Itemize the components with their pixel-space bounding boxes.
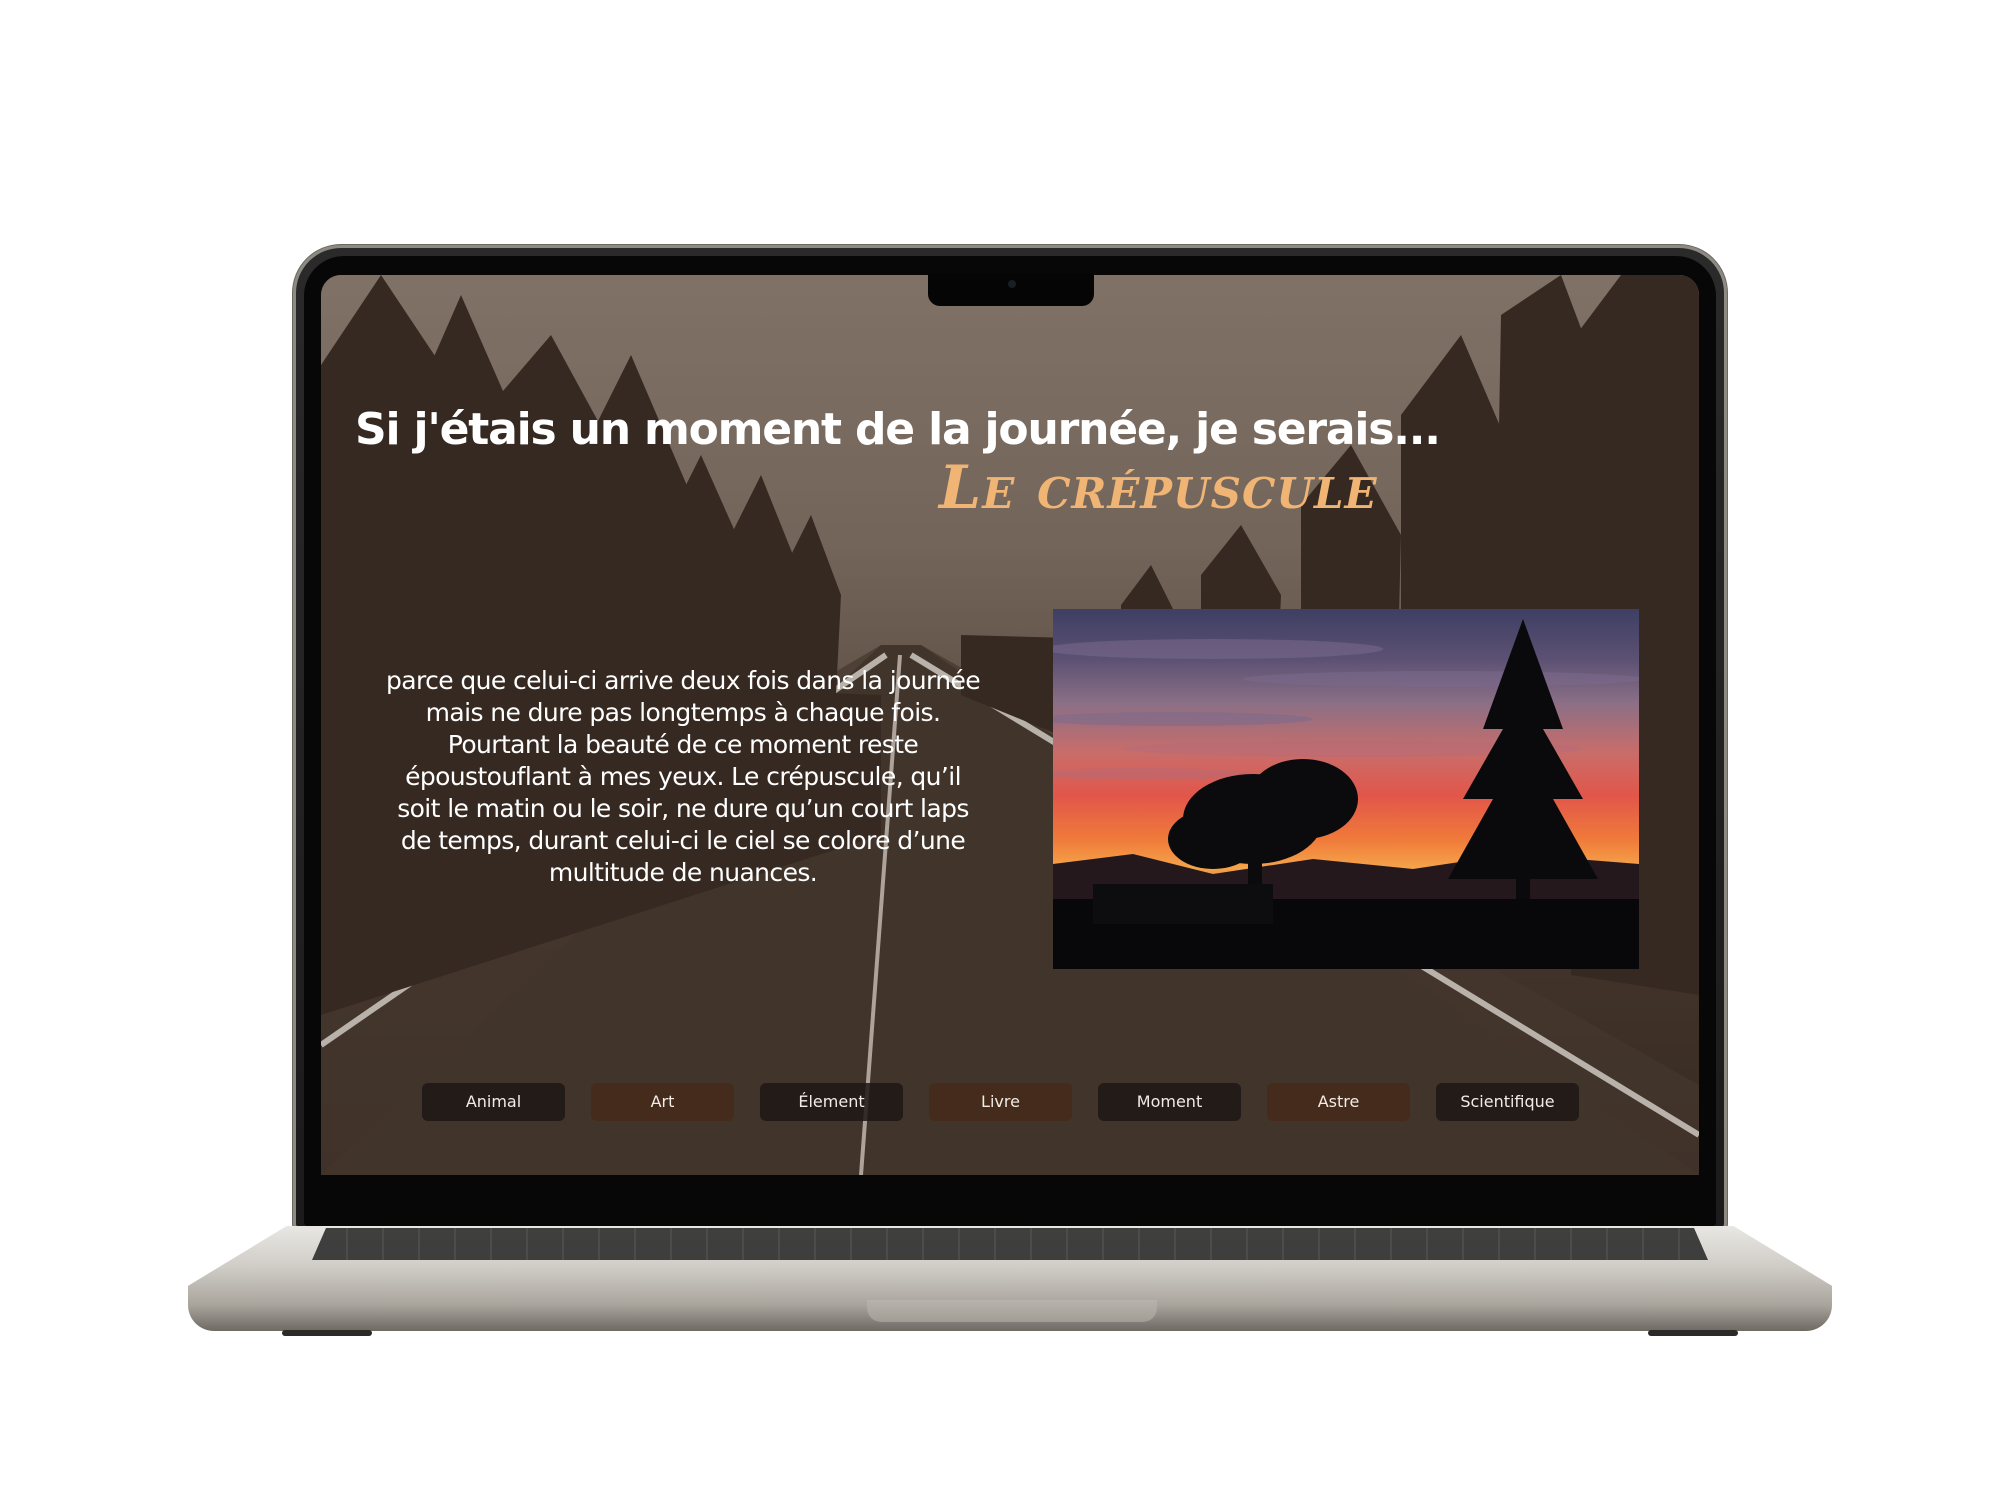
camera-icon [1008, 280, 1016, 288]
subject-heading: Le crépuscule [939, 453, 1378, 523]
nav-button-scientifique[interactable]: Scientifique [1436, 1083, 1579, 1121]
keyboard [312, 1228, 1708, 1260]
nav-button-moment[interactable]: Moment [1098, 1083, 1241, 1121]
nav-button-animal[interactable]: Animal [422, 1083, 565, 1121]
sunset-photo [1053, 609, 1639, 969]
description-text: parce que celui-ci arrive deux fois dans… [385, 666, 981, 887]
nav-button-astre[interactable]: Astre [1267, 1083, 1410, 1121]
camera-notch [928, 273, 1094, 306]
nav-button-art[interactable]: Art [591, 1083, 734, 1121]
nav-button-livre[interactable]: Livre [929, 1083, 1072, 1121]
sunset-silhouette [1053, 619, 1639, 969]
lid-opening-notch [867, 1300, 1157, 1322]
page-title: Si j'étais un moment de la journée, je s… [355, 404, 1441, 456]
laptop-foot-right [1648, 1330, 1738, 1336]
category-nav: Animal Art Élement Livre Moment Astre Sc… [422, 1083, 1582, 1121]
product-mockup: Si j'étais un moment de la journée, je s… [0, 0, 2000, 1500]
laptop-foot-left [282, 1330, 372, 1336]
laptop-screen: Si j'étais un moment de la journée, je s… [321, 275, 1699, 1175]
nav-button-element[interactable]: Élement [760, 1083, 903, 1121]
